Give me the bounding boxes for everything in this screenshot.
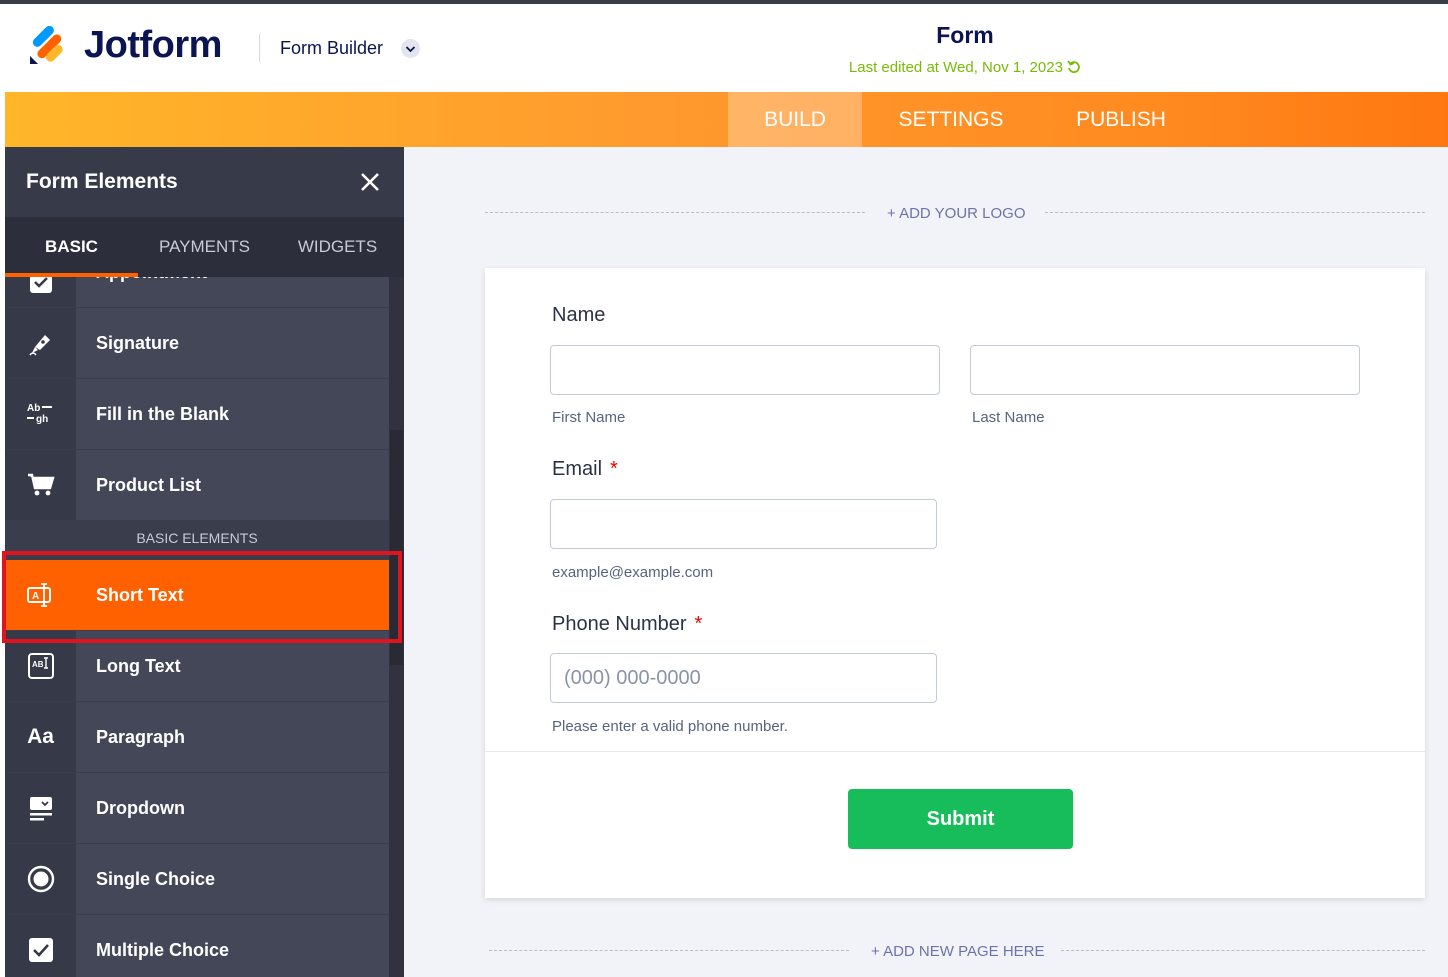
phone-label-text: Phone Number [552,613,687,635]
element-fill-in-the-blank[interactable]: Ab gh Fill in the Blank [5,379,389,449]
email-input[interactable] [550,499,937,549]
tab-build[interactable]: BUILD [728,92,862,147]
undo-history-icon[interactable] [1067,60,1081,74]
tab-basic[interactable]: BASIC [5,217,138,277]
element-label: Paragraph [96,727,186,747]
element-appointment[interactable]: Appointment [5,277,389,307]
header-divider [259,34,260,62]
add-logo-link[interactable]: + ADD YOUR LOGO [887,205,1026,222]
last-edited-text: Last edited at Wed, Nov 1, 2023 [848,59,1063,76]
close-icon[interactable] [359,171,381,193]
svg-text:gh: gh [36,414,48,425]
paragraph-icon: Aa [5,702,76,772]
element-label: Dropdown [96,798,185,818]
calendar-check-icon [5,277,76,307]
selection-highlight-box [2,551,402,643]
element-label: Single Choice [96,869,216,889]
page-divider-right [1061,950,1425,951]
form-builder-label[interactable]: Form Builder [280,38,383,59]
brand-name[interactable]: Jotform [84,24,222,67]
element-multiple-choice[interactable]: Multiple Choice [5,915,389,977]
tab-widgets[interactable]: WIDGETS [271,217,404,277]
first-name-sublabel: First Name [552,409,626,426]
required-asterisk: * [694,613,703,635]
element-single-choice[interactable]: Single Choice [5,844,389,914]
first-name-input[interactable] [550,345,940,395]
phone-sublabel: Please enter a valid phone number. [552,718,788,735]
tab-settings[interactable]: SETTINGS [862,92,1040,147]
paragraph-glyph: Aa [27,725,54,748]
submit-button[interactable]: Submit [848,789,1073,849]
logo-divider-left [485,212,865,213]
form-card-divider [485,751,1425,752]
checkbox-icon [5,915,76,977]
jotform-builder-screen: Jotform Form Builder Form Last edited at… [0,0,1448,977]
section-basic-elements: BASIC ELEMENTS [136,530,258,546]
add-new-page-link[interactable]: + ADD NEW PAGE HERE [871,943,1045,960]
last-name-input[interactable] [970,345,1360,395]
email-label[interactable]: Email * [552,458,618,481]
panel-title: Form Elements [26,170,178,193]
logo-divider-right [1045,212,1425,213]
tab-payments[interactable]: PAYMENTS [138,217,271,277]
dropdown-icon [5,773,76,843]
email-label-text: Email [552,458,603,480]
panel-tabs: BASIC PAYMENTS WIDGETS [5,217,404,277]
app-header: Jotform Form Builder Form Last edited at… [0,4,1448,92]
chevron-down-icon[interactable] [401,39,420,58]
last-name-sublabel: Last Name [972,409,1045,426]
builder-tabbar: BUILD SETTINGS PUBLISH [5,92,1448,147]
email-sublabel: example@example.com [552,564,714,581]
tab-publish[interactable]: PUBLISH [1040,92,1202,147]
page-divider-left [489,950,849,951]
element-label: Fill in the Blank [96,404,230,424]
element-label: Multiple Choice [96,940,230,960]
element-label: Appointment [96,277,207,307]
last-edited-status[interactable]: Last edited at Wed, Nov 1, 2023 [836,59,1094,76]
panel-header: Form Elements [5,147,404,217]
element-signature[interactable]: Signature [5,308,389,378]
element-dropdown[interactable]: Dropdown [5,773,389,843]
svg-text:Ab: Ab [27,403,40,414]
element-paragraph[interactable]: Aa Paragraph [5,702,389,772]
required-asterisk: * [610,458,618,480]
cart-icon [5,450,76,520]
form-title[interactable]: Form [836,22,1094,49]
element-label: Product List [96,475,202,495]
element-label: Signature [96,333,180,353]
svg-text:AB: AB [32,660,44,669]
fill-blank-icon: Ab gh [5,379,76,449]
phone-input[interactable]: (000) 000-0000 [550,653,937,703]
element-product-list[interactable]: Product List [5,450,389,520]
jotform-logo-icon[interactable] [28,26,66,66]
name-label[interactable]: Name [552,304,605,327]
pen-icon [5,308,76,378]
radio-icon [5,844,76,914]
phone-label[interactable]: Phone Number * [552,613,702,636]
